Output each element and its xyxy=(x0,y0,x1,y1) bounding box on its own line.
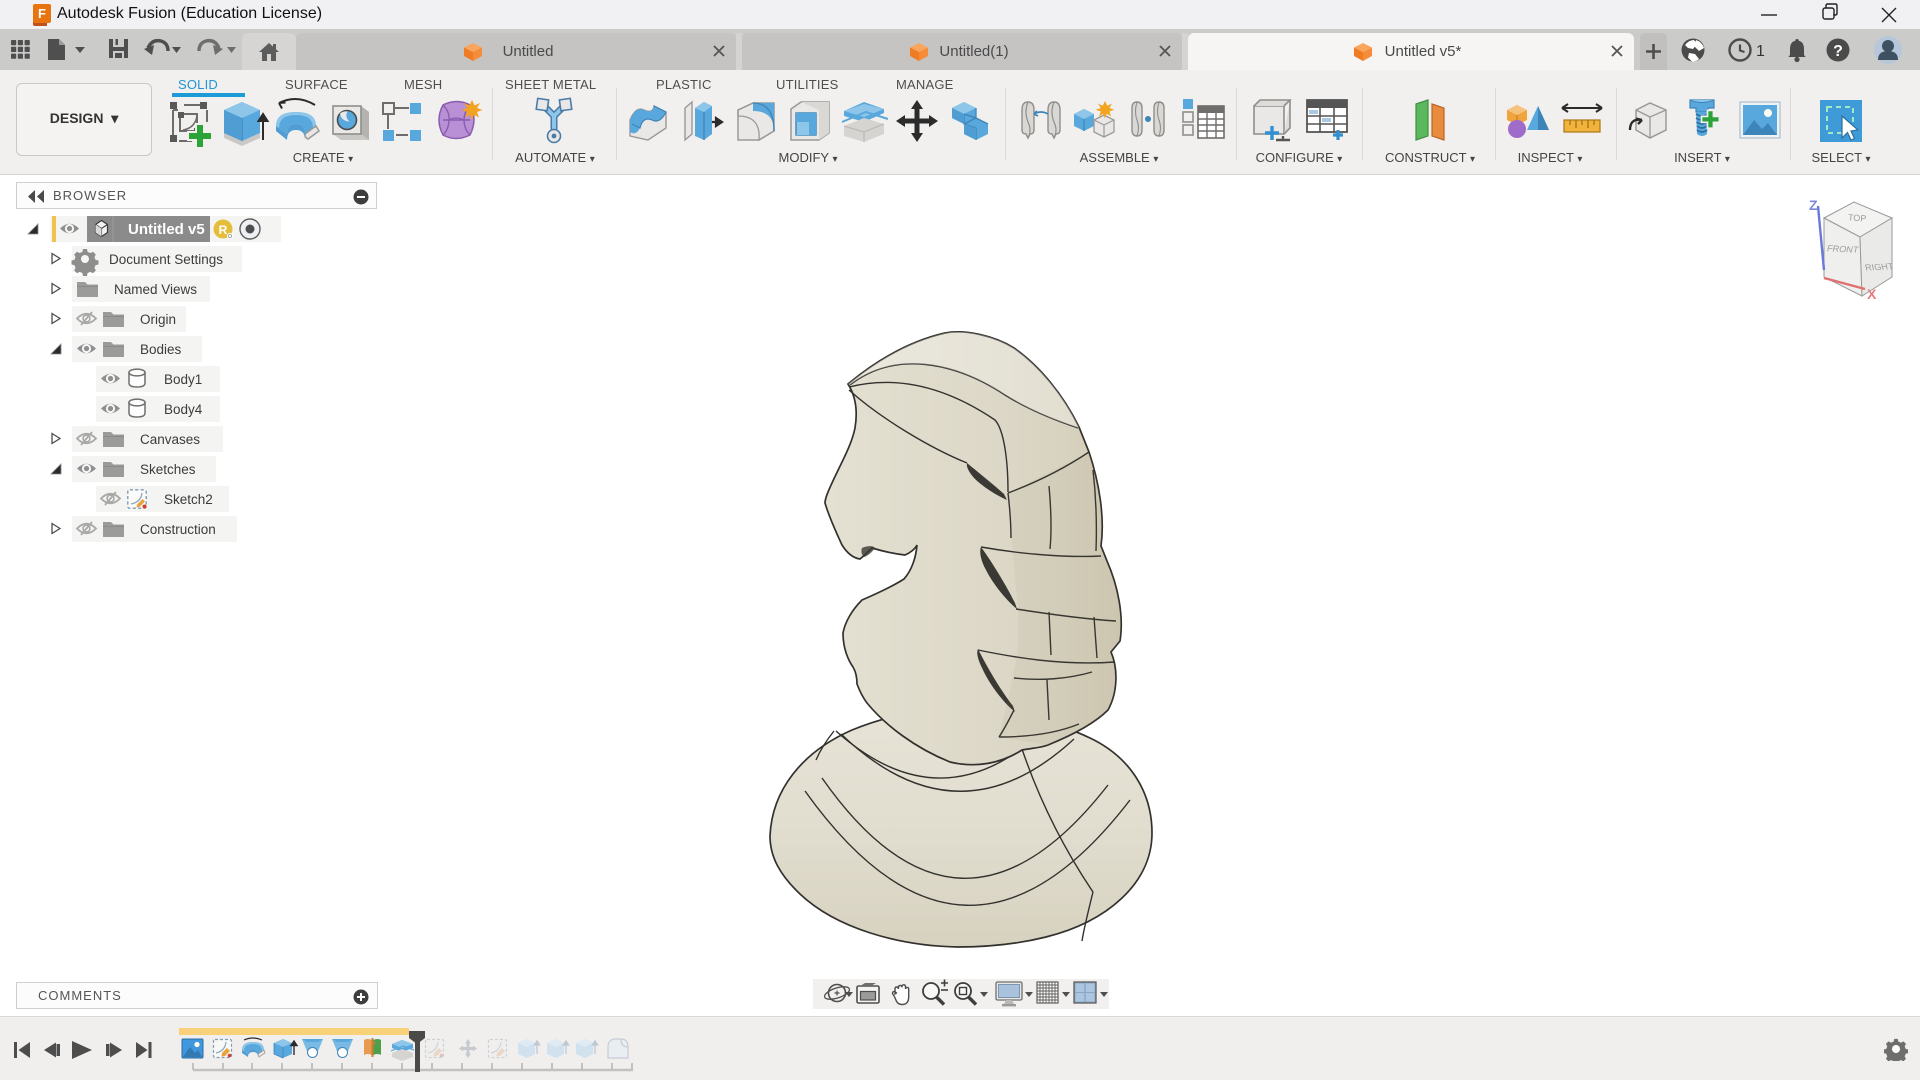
svg-text:Document Settings: Document Settings xyxy=(109,252,223,267)
svg-text:Body4: Body4 xyxy=(164,402,203,417)
svg-text:Sketch2: Sketch2 xyxy=(164,492,213,507)
svg-text:Z: Z xyxy=(1809,197,1818,213)
svg-text:?: ? xyxy=(1833,43,1843,60)
svg-text:Untitled v5: Untitled v5 xyxy=(128,221,205,238)
svg-text:Origin: Origin xyxy=(140,312,176,327)
svg-text:X: X xyxy=(1867,286,1877,302)
svg-text:Canvases: Canvases xyxy=(140,432,200,447)
svg-text:TOP: TOP xyxy=(1848,212,1867,223)
svg-text:Sketches: Sketches xyxy=(140,462,196,477)
svg-text:FRONT: FRONT xyxy=(1826,243,1860,254)
svg-text:1: 1 xyxy=(1756,43,1765,60)
svg-text:Named Views: Named Views xyxy=(114,282,197,297)
svg-text:Construction: Construction xyxy=(140,522,216,537)
svg-text:Body1: Body1 xyxy=(164,372,202,387)
svg-text:F: F xyxy=(38,6,46,21)
svg-text:R: R xyxy=(219,223,228,237)
svg-text:Bodies: Bodies xyxy=(140,342,182,357)
svg-text:RIGHT: RIGHT xyxy=(1864,261,1895,272)
